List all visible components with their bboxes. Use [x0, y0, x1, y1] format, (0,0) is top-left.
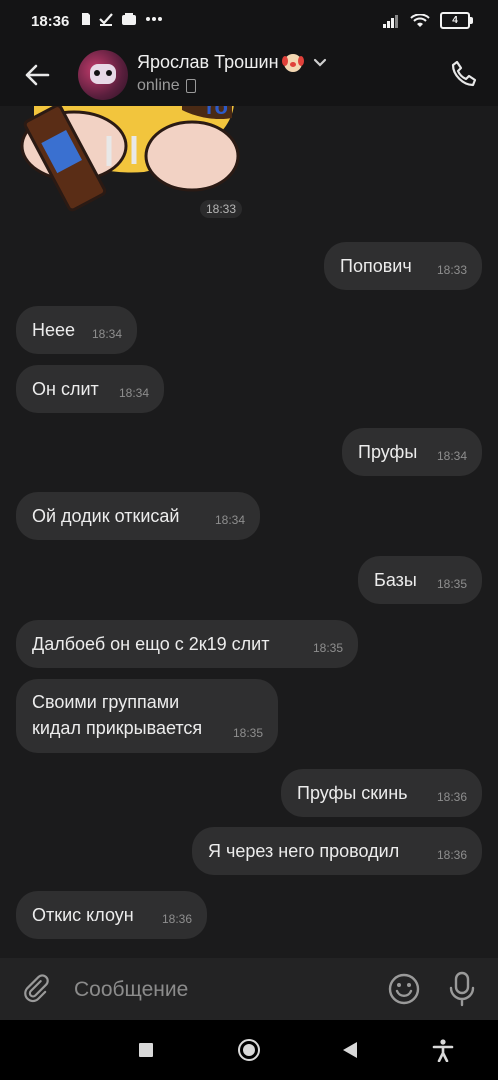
back-button[interactable] — [343, 1042, 357, 1058]
phone-icon[interactable] — [448, 58, 480, 90]
message-time: 18:34 — [436, 449, 467, 463]
chat-header: Ярослав Трошин online — [0, 44, 498, 106]
message-time: 18:36 — [436, 790, 467, 804]
wifi-icon — [410, 13, 430, 27]
contact-status: online — [137, 77, 196, 95]
message-bubble-in[interactable]: Он слит 18:34 — [16, 365, 164, 413]
sticker-timestamp: 18:33 — [200, 200, 243, 218]
message-text: Откис клоун — [32, 905, 134, 925]
recents-button[interactable] — [139, 1043, 153, 1057]
message-text: Он слит — [32, 379, 99, 399]
message-time: 18:36 — [161, 912, 192, 926]
message-time: 18:36 — [436, 848, 467, 862]
message-text: Попович — [340, 256, 412, 276]
signal-icon — [383, 14, 398, 28]
message-bubble-out[interactable]: Пруфы скинь 18:36 — [281, 769, 482, 817]
message-bubble-out[interactable]: Пруфы 18:34 — [342, 428, 482, 476]
message-time: 18:33 — [436, 263, 467, 277]
message-bubble-out[interactable]: Я через него проводил 18:36 — [192, 827, 482, 875]
message-text: Базы — [374, 570, 417, 590]
message-time: 18:35 — [312, 641, 343, 655]
status-time: 18:36 — [31, 13, 70, 30]
message-bubble-in[interactable]: Откис клоун 18:36 — [16, 891, 207, 939]
message-bubble-in[interactable]: Неее 18:34 — [16, 306, 137, 354]
message-time: 18:34 — [118, 386, 149, 400]
message-bubble-out[interactable]: Базы 18:35 — [358, 556, 482, 604]
notification-icons — [81, 12, 163, 26]
system-nav-bar — [0, 1020, 498, 1080]
message-list[interactable]: ro 18:33 Попович 18:33 Неее 18:34 Он сли… — [0, 106, 498, 958]
online-status: online — [137, 77, 180, 94]
microphone-icon[interactable] — [446, 971, 478, 1007]
message-text: Своими группами кидал прикрывается — [32, 692, 203, 738]
smiley-icon[interactable] — [387, 972, 421, 1006]
message-bubble-out[interactable]: Попович 18:33 — [324, 242, 482, 290]
arrow-left-icon[interactable] — [22, 60, 52, 90]
message-time: 18:35 — [232, 726, 263, 740]
message-text: Неее — [32, 320, 76, 340]
more-dots-icon — [146, 17, 162, 21]
message-text: Пруфы скинь — [297, 783, 408, 803]
clown-emoji-icon — [281, 53, 304, 72]
message-text: Далбоеб он ещо с 2к19 слит — [32, 634, 270, 654]
system-icons: 4 — [382, 12, 473, 29]
accessibility-icon[interactable] — [432, 1038, 454, 1062]
message-bubble-in[interactable]: Ой додик откисай 18:34 — [16, 492, 260, 540]
message-bubble-in[interactable]: Своими группами кидал прикрывается 18:35 — [16, 679, 278, 753]
message-time: 18:35 — [436, 577, 467, 591]
message-composer — [0, 958, 498, 1020]
avatar[interactable] — [78, 50, 128, 100]
mobile-device-icon — [185, 79, 196, 93]
message-time: 18:34 — [91, 327, 122, 341]
message-bubble-in[interactable]: Далбоеб он ещо с 2к19 слит 18:35 — [16, 620, 358, 668]
status-bar: 18:36 4 — [0, 0, 498, 44]
contact-name-row[interactable]: Ярослав Трошин — [137, 52, 327, 73]
home-button[interactable] — [238, 1039, 260, 1061]
message-time: 18:34 — [214, 513, 245, 527]
message-input[interactable] — [72, 974, 376, 1006]
contact-name[interactable]: Ярослав Трошин — [137, 52, 279, 73]
app-notification-icon — [122, 13, 136, 25]
svg-text:ro: ro — [206, 106, 228, 119]
check-icon — [99, 13, 113, 26]
message-text: Я через него проводил — [208, 841, 400, 861]
message-text: Ой додик откисай — [32, 506, 180, 526]
message-text: Пруфы — [358, 442, 418, 462]
battery-icon: 4 — [440, 12, 473, 29]
chevron-down-icon[interactable] — [313, 58, 327, 68]
sim-icon — [82, 13, 90, 25]
paperclip-icon[interactable] — [20, 973, 52, 1005]
